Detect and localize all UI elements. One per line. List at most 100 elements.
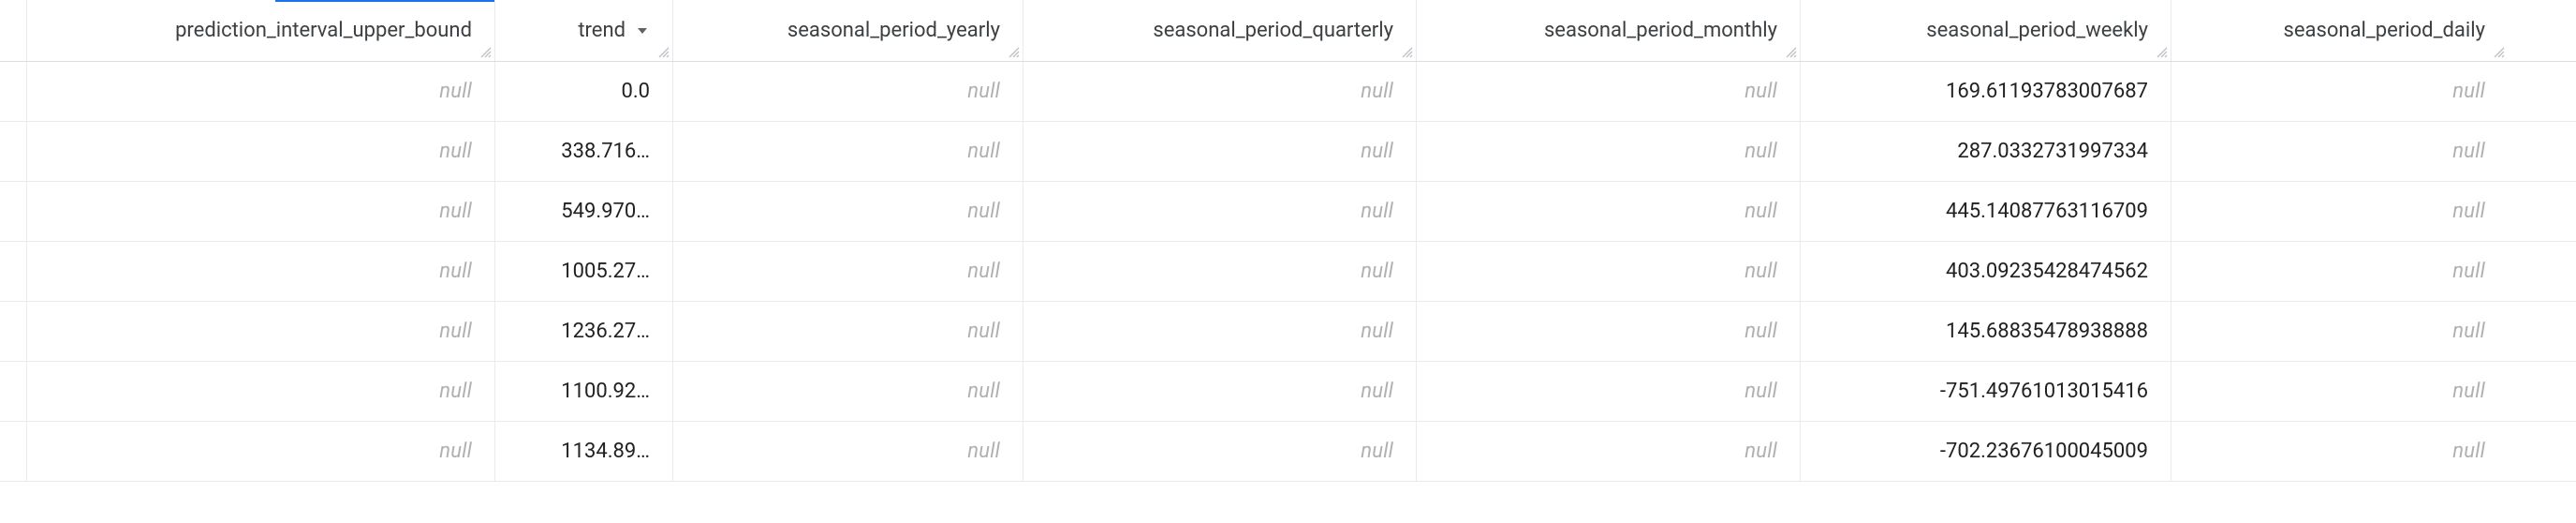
null-value: null xyxy=(2452,380,2485,403)
cell-daily[interactable]: null xyxy=(2171,302,2508,361)
null-value: null xyxy=(967,320,1000,343)
cell-trend[interactable]: 1005.27… xyxy=(494,242,672,301)
column-header-seasonal-period-quarterly[interactable]: seasonal_period_quarterly xyxy=(1023,0,1416,61)
cell-yearly[interactable]: null xyxy=(672,302,1023,361)
column-header-trend[interactable]: trend xyxy=(494,0,672,61)
cell-monthly[interactable]: null xyxy=(1416,242,1800,301)
null-value: null xyxy=(1744,440,1777,463)
cell-trend[interactable]: 338.716… xyxy=(494,122,672,181)
cell-trend[interactable]: 1100.92… xyxy=(494,362,672,421)
cell-value: 1134.89… xyxy=(561,440,650,463)
column-header-seasonal-period-weekly[interactable]: seasonal_period_weekly xyxy=(1800,0,2171,61)
cell-yearly[interactable]: null xyxy=(672,122,1023,181)
cell-piub[interactable]: null xyxy=(26,302,494,361)
cell-quarterly[interactable]: null xyxy=(1023,122,1416,181)
resize-handle-icon[interactable] xyxy=(657,46,670,59)
table-header-row: prediction_interval_upper_bound trend se… xyxy=(0,0,2576,62)
cell-piub[interactable]: null xyxy=(26,362,494,421)
null-value: null xyxy=(439,320,472,343)
cell-weekly[interactable]: 287.0332731997334 xyxy=(1800,122,2171,181)
row-number-gutter xyxy=(0,362,26,421)
cell-value: 145.68835478938888 xyxy=(1946,320,2148,343)
cell-value: 1236.27… xyxy=(561,320,650,343)
cell-monthly[interactable]: null xyxy=(1416,182,1800,241)
null-value: null xyxy=(967,260,1000,283)
cell-quarterly[interactable]: null xyxy=(1023,302,1416,361)
cell-weekly[interactable]: 445.14087763116709 xyxy=(1800,182,2171,241)
table-row[interactable]: null1134.89…nullnullnull-702.23676100045… xyxy=(0,422,2576,482)
cell-daily[interactable]: null xyxy=(2171,422,2508,481)
column-header-seasonal-period-daily[interactable]: seasonal_period_daily xyxy=(2171,0,2508,61)
cell-daily[interactable]: null xyxy=(2171,362,2508,421)
cell-piub[interactable]: null xyxy=(26,62,494,121)
row-number-gutter xyxy=(0,182,26,241)
table-row[interactable]: null 0.0 null null null 169.61193783007687 nul… xyxy=(0,62,2576,122)
row-number-gutter xyxy=(0,0,26,61)
table-row[interactable]: null549.970…nullnullnull445.140877631167… xyxy=(0,182,2576,242)
cell-trend[interactable]: 549.970… xyxy=(494,182,672,241)
cell-piub[interactable]: null xyxy=(26,122,494,181)
null-value: null xyxy=(1361,200,1393,223)
cell-trend[interactable]: 0.0 xyxy=(494,62,672,121)
cell-trend[interactable]: 1134.89… xyxy=(494,422,672,481)
table-row[interactable]: null 1005.27… null null null 403.092354284745… xyxy=(0,242,2576,302)
cell-value: 0.0 xyxy=(621,80,650,103)
cell-quarterly[interactable]: null xyxy=(1023,182,1416,241)
cell-value: 169.61193783007687 xyxy=(1946,80,2148,103)
cell-daily[interactable]: null xyxy=(2171,182,2508,241)
null-value: null xyxy=(1361,380,1393,403)
column-header-seasonal-period-yearly[interactable]: seasonal_period_yearly xyxy=(672,0,1023,61)
null-value: null xyxy=(1361,320,1393,343)
null-value: null xyxy=(439,440,472,463)
column-label: seasonal_period_yearly xyxy=(788,19,1000,42)
null-value: null xyxy=(439,260,472,283)
resize-handle-icon[interactable] xyxy=(2493,46,2506,59)
cell-monthly[interactable]: null xyxy=(1416,422,1800,481)
cell-monthly[interactable]: null xyxy=(1416,362,1800,421)
cell-weekly[interactable]: -702.23676100045009 xyxy=(1800,422,2171,481)
cell-weekly[interactable]: 403.09235428474562 xyxy=(1800,242,2171,301)
cell-piub[interactable]: null xyxy=(26,182,494,241)
table-row[interactable]: null 1236.27… null null null 145.688354789388… xyxy=(0,302,2576,362)
resize-handle-icon[interactable] xyxy=(479,46,493,59)
cell-yearly[interactable]: null xyxy=(672,62,1023,121)
cell-daily[interactable]: null xyxy=(2171,122,2508,181)
cell-quarterly[interactable]: null xyxy=(1023,242,1416,301)
cell-yearly[interactable]: null xyxy=(672,242,1023,301)
cell-monthly[interactable]: null xyxy=(1416,62,1800,121)
row-number-gutter xyxy=(0,242,26,301)
null-value: null xyxy=(1361,80,1393,103)
cell-weekly[interactable]: 145.68835478938888 xyxy=(1800,302,2171,361)
cell-value: 403.09235428474562 xyxy=(1946,260,2148,283)
cell-weekly[interactable]: 169.61193783007687 xyxy=(1800,62,2171,121)
cell-daily[interactable]: null xyxy=(2171,62,2508,121)
cell-quarterly[interactable]: null xyxy=(1023,362,1416,421)
cell-quarterly[interactable]: null xyxy=(1023,62,1416,121)
table-row[interactable]: null1100.92…nullnullnull-751.49761013015… xyxy=(0,362,2576,422)
cell-piub[interactable]: null xyxy=(26,242,494,301)
cell-daily[interactable]: null xyxy=(2171,242,2508,301)
cell-trend[interactable]: 1236.27… xyxy=(494,302,672,361)
resize-handle-icon[interactable] xyxy=(2156,46,2169,59)
sort-desc-icon[interactable] xyxy=(635,23,650,38)
row-number-gutter xyxy=(0,422,26,481)
table-row[interactable]: null338.716…nullnullnull287.033273199733… xyxy=(0,122,2576,182)
column-header-prediction-interval-upper-bound[interactable]: prediction_interval_upper_bound xyxy=(26,0,494,61)
cell-quarterly[interactable]: null xyxy=(1023,422,1416,481)
cell-piub[interactable]: null xyxy=(26,422,494,481)
resize-handle-icon[interactable] xyxy=(1008,46,1021,59)
cell-yearly[interactable]: null xyxy=(672,182,1023,241)
cell-yearly[interactable]: null xyxy=(672,362,1023,421)
cell-value: 287.0332731997334 xyxy=(1957,140,2148,163)
cell-value: 549.970… xyxy=(561,200,650,223)
row-number-gutter xyxy=(0,62,26,121)
cell-monthly[interactable]: null xyxy=(1416,302,1800,361)
cell-yearly[interactable]: null xyxy=(672,422,1023,481)
resize-handle-icon[interactable] xyxy=(1401,46,1414,59)
null-value: null xyxy=(1744,140,1777,163)
column-header-seasonal-period-monthly[interactable]: seasonal_period_monthly xyxy=(1416,0,1800,61)
cell-weekly[interactable]: -751.49761013015416 xyxy=(1800,362,2171,421)
resize-handle-icon[interactable] xyxy=(1785,46,1798,59)
cell-monthly[interactable]: null xyxy=(1416,122,1800,181)
null-value: null xyxy=(1361,260,1393,283)
